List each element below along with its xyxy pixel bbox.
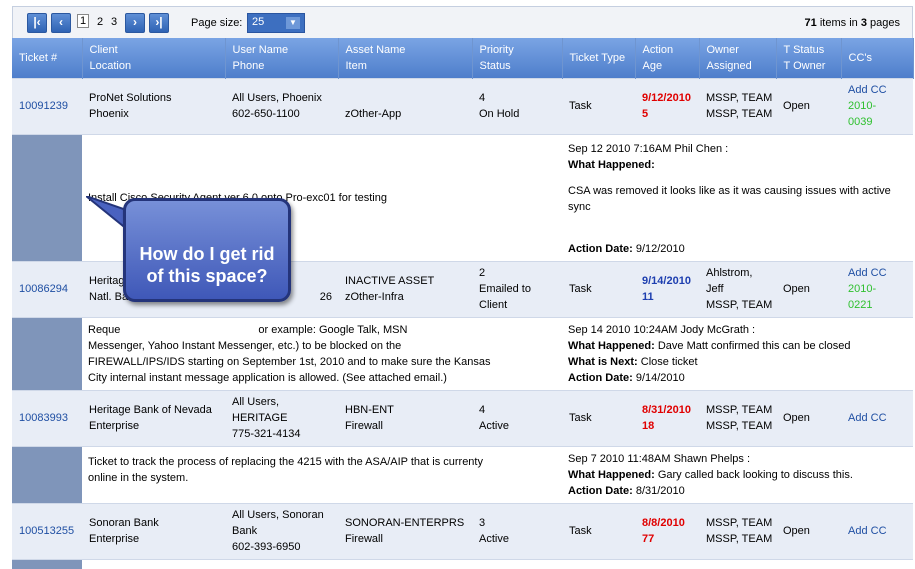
- detail-row: Reque or example: Google Talk, MSN Messen…: [12, 316, 913, 390]
- table-row[interactable]: 100513255 Sonoran Bank Enterprise All Use…: [12, 502, 913, 559]
- ticket-link[interactable]: 100513255: [19, 525, 74, 537]
- next-page-icon[interactable]: ›: [125, 13, 145, 33]
- add-cc-link[interactable]: Add CC: [848, 267, 887, 279]
- detail-left-bar: [12, 558, 82, 569]
- detail-row: Ticket to track the process of replacing…: [12, 445, 913, 503]
- add-cc-link[interactable]: Add CC: [848, 84, 887, 96]
- col-client[interactable]: Client Location: [82, 38, 226, 78]
- col-owner[interactable]: Owner Assigned: [699, 38, 777, 78]
- detail-left-bar: [12, 445, 82, 503]
- prev-page-icon[interactable]: ‹: [51, 13, 71, 33]
- items-info: 71 items in 3 pages: [804, 17, 900, 29]
- question-callout: How do I get rid of this space?: [123, 198, 291, 302]
- ticket-link[interactable]: 10091239: [19, 100, 68, 112]
- page-size-select[interactable]: 25 ▼: [247, 13, 305, 33]
- ticket-link[interactable]: 10083993: [19, 412, 68, 424]
- col-type[interactable]: Ticket Type: [562, 38, 636, 78]
- col-ticket[interactable]: Ticket #: [12, 38, 83, 78]
- add-cc-link[interactable]: Add CC: [848, 525, 887, 537]
- col-action[interactable]: Action Age: [635, 38, 700, 78]
- col-asset[interactable]: Asset Name Item: [338, 38, 473, 78]
- page-link-3[interactable]: 3: [111, 16, 117, 28]
- table-row[interactable]: 10083993 Heritage Bank of Nevada Enterpri…: [12, 389, 913, 446]
- col-priority[interactable]: Priority Status: [472, 38, 563, 78]
- detail-left-bar: [12, 316, 82, 390]
- tickets-grid: Ticket # Client Location User Name Phone A…: [12, 38, 914, 569]
- col-tstatus[interactable]: T Status T Owner: [776, 38, 842, 78]
- col-user[interactable]: User Name Phone: [225, 38, 339, 78]
- page-size-label: Page size:: [191, 17, 243, 29]
- add-cc-link[interactable]: Add CC: [848, 412, 887, 424]
- page-link-1[interactable]: 1: [77, 14, 90, 28]
- detail-row: [12, 558, 913, 569]
- note-body: CSA was removed it looks like as it was …: [568, 184, 891, 213]
- page-link-2[interactable]: 2: [97, 16, 103, 28]
- col-cc[interactable]: CC's: [841, 38, 914, 78]
- last-page-icon[interactable]: ›|: [149, 13, 169, 33]
- detail-left-bar: [12, 133, 82, 261]
- grid-pager: |‹ ‹ 1 2 3 › ›| Page size: 25 ▼ 71 items…: [12, 6, 913, 38]
- header-row: Ticket # Client Location User Name Phone A…: [12, 38, 914, 78]
- note-header: Sep 12 2010 7:16AM Phil Chen :: [568, 142, 729, 155]
- first-page-icon[interactable]: |‹: [27, 13, 47, 33]
- note-header: Sep 14 2010 10:24AM Jody McGrath :: [568, 323, 756, 336]
- page-size-value: 25: [252, 16, 265, 28]
- chevron-down-icon: ▼: [286, 17, 300, 29]
- ticket-link[interactable]: 10086294: [19, 283, 68, 295]
- note-header: Sep 7 2010 11:48AM Shawn Phelps :: [568, 452, 751, 465]
- table-row[interactable]: 10091239 ProNet Solutions Phoenix All Use…: [12, 77, 913, 134]
